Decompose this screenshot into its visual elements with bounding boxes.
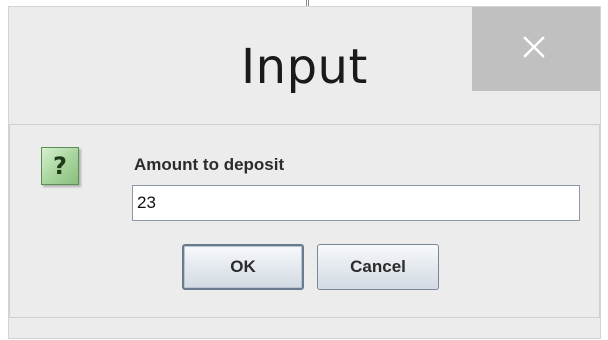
- prompt-label: Amount to deposit: [134, 155, 285, 174]
- cancel-button[interactable]: Cancel: [317, 244, 439, 290]
- content-panel: ? Amount to deposit OK Cancel: [9, 124, 600, 318]
- amount-input[interactable]: [132, 185, 580, 221]
- ok-button[interactable]: OK: [182, 244, 304, 290]
- screen: Input ? Amount to deposit OK Cancel: [0, 0, 608, 340]
- dialog-title: Input: [241, 39, 368, 95]
- title-bar[interactable]: Input: [9, 7, 600, 119]
- question-icon: ?: [41, 147, 79, 185]
- question-glyph: ?: [53, 152, 67, 180]
- close-button[interactable]: [472, 7, 600, 91]
- input-dialog: Input ? Amount to deposit OK Cancel: [8, 6, 601, 339]
- close-icon: [523, 36, 545, 58]
